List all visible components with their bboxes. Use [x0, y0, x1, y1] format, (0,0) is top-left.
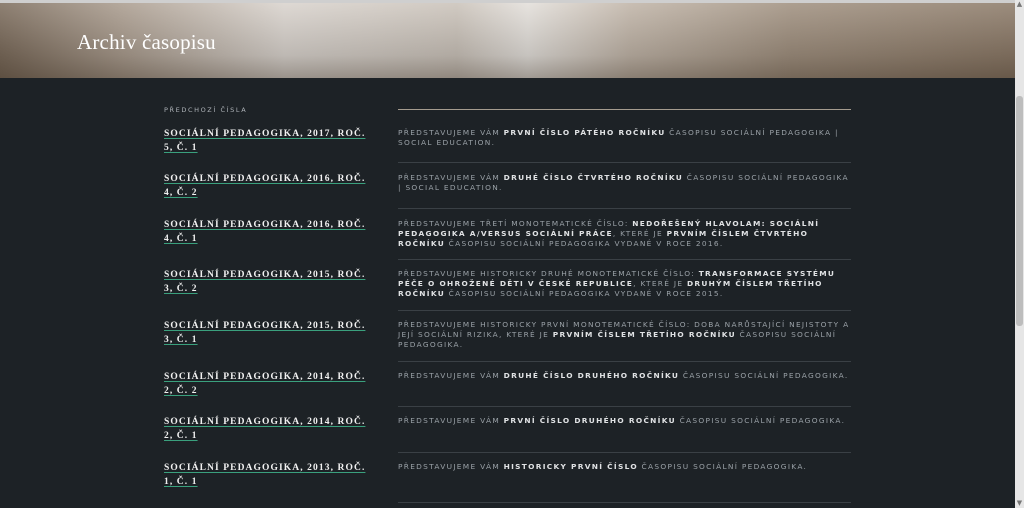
description-text: PŘEDSTAVUJEME TŘETÍ MONOTEMATICKÉ ČÍSLO:	[398, 219, 633, 228]
description-text: PŘEDSTAVUJEME VÁM	[398, 128, 504, 137]
row-divider	[398, 361, 851, 362]
description-text: PŘEDSTAVUJEME VÁM	[398, 416, 504, 425]
description-text: PŘEDSTAVUJEME VÁM	[398, 173, 504, 182]
description-text: ČASOPISU SOCIÁLNÍ PEDAGOGIKA VYDANÉ V RO…	[445, 239, 724, 248]
description-text: , KTERÉ JE	[633, 279, 687, 288]
row-divider	[398, 502, 851, 503]
issue-link[interactable]: SOCIÁLNÍ PEDAGOGIKA, 2014, ROČ. 2, Č. 2	[164, 371, 374, 398]
row-divider	[398, 452, 851, 453]
row-divider	[398, 208, 851, 209]
description-emphasis: DRUHÉ ČÍSLO ČTVRTÉHO ROČNÍKU	[503, 173, 684, 182]
caret-down-icon[interactable]: ▼	[1015, 499, 1024, 508]
issue-description: PŘEDSTAVUJEME HISTORICKY DRUHÉ MONOTEMAT…	[398, 269, 851, 299]
section-label: PŘEDCHOZÍ ČÍSLA	[164, 106, 248, 114]
description-text: ČASOPISU SOCIÁLNÍ PEDAGOGIKA.	[637, 462, 808, 471]
issue-link[interactable]: SOCIÁLNÍ PEDAGOGIKA, 2017, ROČ. 5, Č. 1	[164, 128, 374, 155]
issue-link[interactable]: SOCIÁLNÍ PEDAGOGIKA, 2015, ROČ. 3, Č. 2	[164, 269, 374, 296]
issue-description: PŘEDSTAVUJEME VÁM PRVNÍ ČÍSLO PÁTÉHO ROČ…	[398, 128, 851, 148]
issue-description: PŘEDSTAVUJEME TŘETÍ MONOTEMATICKÉ ČÍSLO:…	[398, 219, 851, 249]
issue-description: PŘEDSTAVUJEME VÁM DRUHÉ ČÍSLO DRUHÉHO RO…	[398, 371, 851, 381]
description-emphasis: PRVNÍ ČÍSLO PÁTÉHO ROČNÍKU	[503, 128, 666, 137]
vertical-scrollbar[interactable]: ▲ ▼	[1015, 0, 1024, 508]
row-divider	[398, 162, 851, 163]
header-divider	[398, 109, 851, 110]
description-emphasis: DRUHÉ ČÍSLO DRUHÉHO ROČNÍKU	[503, 371, 680, 380]
description-text: PŘEDSTAVUJEME VÁM	[398, 462, 504, 471]
issue-description: PŘEDSTAVUJEME VÁM DRUHÉ ČÍSLO ČTVRTÉHO R…	[398, 173, 851, 193]
description-text: ČASOPISU SOCIÁLNÍ PEDAGOGIKA.	[675, 416, 846, 425]
description-emphasis: HISTORICKY PRVNÍ ČÍSLO	[503, 462, 638, 471]
page-title: Archiv časopisu	[77, 30, 216, 54]
description-emphasis: PRVNÍM ČÍSLEM TŘETÍHO ROČNÍKU	[552, 330, 736, 339]
issue-link[interactable]: SOCIÁLNÍ PEDAGOGIKA, 2015, ROČ. 3, Č. 1	[164, 320, 374, 347]
scrollbar-thumb[interactable]	[1016, 96, 1023, 326]
description-text: , KTERÉ JE	[612, 229, 667, 238]
row-divider	[398, 259, 851, 260]
issue-description: PŘEDSTAVUJEME HISTORICKY PRVNÍ MONOTEMAT…	[398, 320, 851, 350]
issue-description: PŘEDSTAVUJEME VÁM HISTORICKY PRVNÍ ČÍSLO…	[398, 462, 851, 472]
row-divider	[398, 310, 851, 311]
issue-link[interactable]: SOCIÁLNÍ PEDAGOGIKA, 2013, ROČ. 1, Č. 1	[164, 462, 374, 489]
description-text: ČASOPISU SOCIÁLNÍ PEDAGOGIKA.	[679, 371, 849, 380]
description-emphasis: PRVNÍ ČÍSLO DRUHÉHO ROČNÍKU	[503, 416, 676, 425]
description-text: ČASOPISU SOCIÁLNÍ PEDAGOGIKA VYDANÉ V RO…	[445, 289, 724, 298]
description-text: PŘEDSTAVUJEME HISTORICKY DRUHÉ MONOTEMAT…	[398, 269, 699, 278]
hero-banner: Archiv časopisu	[0, 3, 1015, 78]
description-text: PŘEDSTAVUJEME VÁM	[398, 371, 504, 380]
row-divider	[398, 406, 851, 407]
issue-link[interactable]: SOCIÁLNÍ PEDAGOGIKA, 2016, ROČ. 4, Č. 1	[164, 219, 374, 246]
issue-link[interactable]: SOCIÁLNÍ PEDAGOGIKA, 2016, ROČ. 4, Č. 2	[164, 173, 374, 200]
issue-link[interactable]: SOCIÁLNÍ PEDAGOGIKA, 2014, ROČ. 2, Č. 1	[164, 416, 374, 443]
caret-up-icon[interactable]: ▲	[1015, 0, 1024, 9]
issue-description: PŘEDSTAVUJEME VÁM PRVNÍ ČÍSLO DRUHÉHO RO…	[398, 416, 851, 426]
